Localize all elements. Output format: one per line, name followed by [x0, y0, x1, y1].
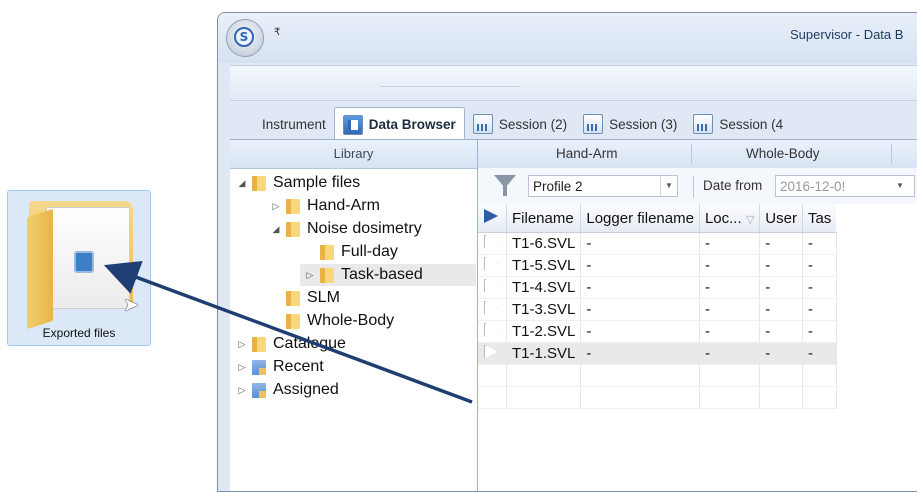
- profile-select[interactable]: Profile 2 ▼: [528, 175, 678, 197]
- tab-label: Session (2): [498, 116, 568, 132]
- grid-header-row: Filename Logger filename Loc... ▽ User T…: [478, 204, 837, 233]
- collapse-arrow-icon[interactable]: ◢: [270, 224, 282, 235]
- group-header: Hand-Arm Whole-Body: [478, 140, 917, 169]
- filter-icon[interactable]: [494, 175, 516, 196]
- expand-arrow-icon[interactable]: ▷: [236, 385, 248, 396]
- tab-label: Session (3): [609, 116, 678, 132]
- file-grid: Filename Logger filename Loc... ▽ User T…: [478, 204, 917, 491]
- tab-label: Session (4: [719, 116, 784, 132]
- session-tabs: Instrument Data Browser Session (2) Sess…: [228, 107, 917, 198]
- flag-icon[interactable]: [484, 300, 498, 315]
- data-browser-icon: [342, 114, 363, 135]
- column-location[interactable]: Loc... ▽: [699, 204, 761, 233]
- tab-instrument[interactable]: Instrument: [228, 107, 334, 198]
- tree-item-hand-arm[interactable]: ▷ Hand-Arm: [270, 195, 380, 217]
- table-row[interactable]: T1-2.SVL - - - -: [478, 320, 837, 343]
- session-icon: [472, 114, 493, 134]
- main-content: Library ◢ Sample files ▷ Hand-Arm ◢ Nois…: [230, 139, 917, 491]
- quick-access-toolbar-dropdown[interactable]: ₹: [274, 27, 280, 38]
- app-logo-icon: S: [234, 27, 254, 47]
- tree-item-catalogue[interactable]: ▷ Catalogue: [236, 333, 346, 355]
- expand-arrow-icon[interactable]: ▷: [304, 270, 316, 281]
- chevron-down-icon: ▼: [660, 176, 677, 196]
- session-icon: [583, 114, 604, 134]
- folder-icon: [320, 244, 334, 260]
- folder-icon: [320, 267, 334, 283]
- folder-icon: [286, 221, 300, 237]
- folder-icon: [252, 175, 266, 191]
- browser-pane: Hand-Arm Whole-Body Profile 2 ▼ Date fro…: [478, 140, 917, 491]
- exported-files-folder[interactable]: ➤ Exported files: [7, 190, 151, 346]
- tree-item-recent[interactable]: ▷ Recent: [236, 356, 324, 378]
- recent-icon: [252, 359, 266, 375]
- tree-item-sample-files[interactable]: ◢ Sample files: [236, 172, 361, 194]
- tab-session-3[interactable]: Session (3): [575, 107, 685, 141]
- flag-icon[interactable]: [484, 256, 498, 271]
- library-pane: Library ◢ Sample files ▷ Hand-Arm ◢ Nois…: [230, 140, 478, 491]
- svl-file-icon: [74, 251, 94, 273]
- folder-icon: [286, 313, 300, 329]
- column-task[interactable]: Tas: [802, 204, 837, 233]
- folder-front: [27, 208, 53, 330]
- table-row[interactable]: T1-5.SVL - - - -: [478, 254, 837, 277]
- filter-funnel-icon: ▽: [745, 213, 755, 226]
- expand-arrow-icon[interactable]: ▷: [270, 201, 282, 212]
- flag-icon: [484, 209, 498, 223]
- table-row-selected[interactable]: T1-1.SVL - - - -: [478, 342, 837, 365]
- column-user[interactable]: User: [759, 204, 803, 233]
- app-menu-button[interactable]: S: [226, 19, 264, 57]
- title-bar: S ₹ Supervisor - Data B: [218, 13, 917, 63]
- date-from-label: Date from: [703, 178, 763, 193]
- tree-item-assigned[interactable]: ▷ Assigned: [236, 379, 339, 401]
- column-logger-filename[interactable]: Logger filename: [580, 204, 700, 233]
- tree-item-slm[interactable]: SLM: [270, 287, 340, 309]
- tree-item-noise-dosimetry[interactable]: ◢ Noise dosimetry: [270, 218, 422, 240]
- column-filename[interactable]: Filename: [506, 204, 582, 233]
- table-row-empty: [478, 364, 837, 387]
- table-row-empty: [478, 386, 837, 409]
- mouse-cursor-icon: ➤: [123, 294, 139, 316]
- table-row[interactable]: T1-4.SVL - - - -: [478, 276, 837, 299]
- collapse-arrow-icon[interactable]: ◢: [236, 178, 248, 189]
- folder-caption: Exported files: [42, 326, 116, 340]
- flag-icon[interactable]: [484, 234, 498, 249]
- table-row[interactable]: T1-3.SVL - - - -: [478, 298, 837, 321]
- group-hand-arm[interactable]: Hand-Arm: [556, 146, 618, 161]
- ribbon-area: [230, 65, 917, 101]
- library-header: Library: [230, 140, 477, 169]
- folder-icon: [252, 336, 266, 352]
- table-row[interactable]: T1-6.SVL - - - -: [478, 232, 837, 255]
- tab-label: Data Browser: [368, 117, 456, 132]
- tab-label: Instrument: [262, 116, 326, 132]
- window-title: Supervisor - Data B: [790, 27, 904, 42]
- flag-icon[interactable]: [484, 278, 498, 293]
- tree-item-full-day[interactable]: Full-day: [304, 241, 398, 263]
- chevron-down-icon: ▼: [896, 181, 904, 190]
- expand-arrow-icon[interactable]: ▷: [236, 339, 248, 350]
- session-icon: [693, 114, 714, 134]
- flag-icon[interactable]: [484, 344, 498, 359]
- folder-icon: [286, 290, 300, 306]
- tab-session-4[interactable]: Session (4: [685, 107, 791, 141]
- tree-item-task-based[interactable]: ▷ Task-based: [300, 264, 476, 286]
- supervisor-window: S ₹ Supervisor - Data B Instrument Data …: [217, 12, 917, 492]
- filter-toolbar: Profile 2 ▼ Date from 2016-12-0! ▼: [478, 168, 917, 204]
- tab-session-2[interactable]: Session (2): [465, 107, 575, 141]
- flag-icon[interactable]: [484, 322, 498, 337]
- group-whole-body[interactable]: Whole-Body: [746, 146, 820, 161]
- expand-arrow-icon[interactable]: ▷: [236, 362, 248, 373]
- flag-column-header[interactable]: [478, 204, 507, 233]
- assigned-icon: [252, 382, 266, 398]
- tree-item-whole-body[interactable]: Whole-Body: [270, 310, 394, 332]
- folder-icon: [286, 198, 300, 214]
- date-from-input[interactable]: 2016-12-0! ▼: [775, 175, 915, 197]
- tab-data-browser[interactable]: Data Browser: [333, 107, 465, 141]
